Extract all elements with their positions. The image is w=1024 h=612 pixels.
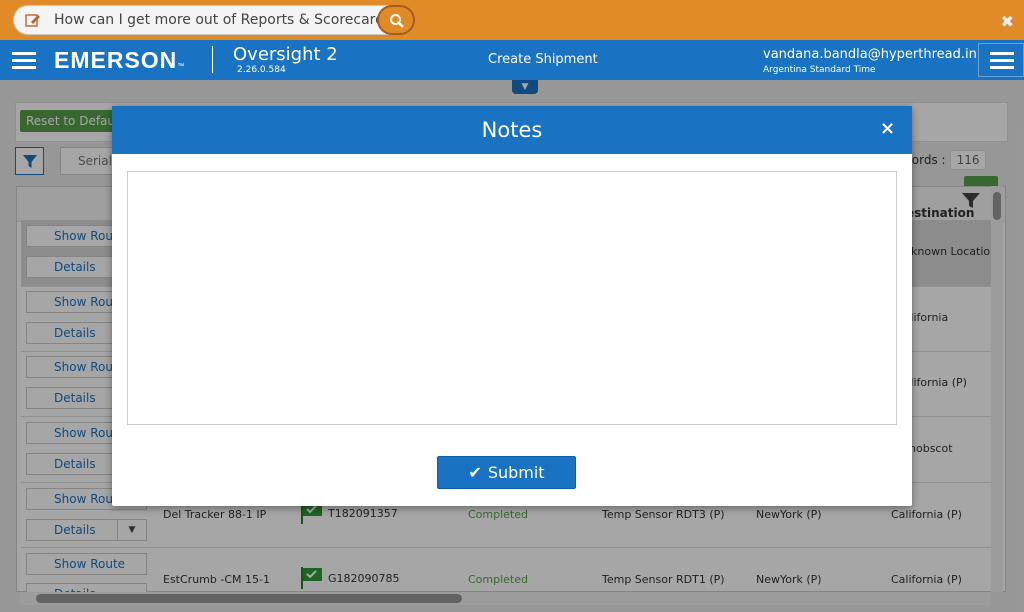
menu-button[interactable] [978,43,1024,77]
check-icon: ✔ [468,463,482,482]
user-timezone: Argentina Standard Time [763,65,876,75]
edit-icon [25,12,41,28]
submit-label: Submit [487,463,545,482]
close-icon[interactable]: ✖ [1001,12,1014,31]
app-version: 2.26.0.584 [237,65,286,75]
divider [212,46,213,73]
user-email[interactable]: vandana.bandla@hyperthread.in [763,47,977,62]
notes-textarea[interactable] [127,171,897,425]
help-bar: How can I get more out of Reports & Scor… [0,0,1024,40]
help-search-button[interactable] [377,5,415,35]
main-navbar: EMERSON™ Oversight 2 2.26.0.584 Create S… [0,40,1024,80]
dialog-header: Notes × [112,106,912,154]
notes-dialog: Notes × ✔ Submit [112,106,912,506]
page-title: Create Shipment [488,52,598,67]
help-question[interactable]: How can I get more out of Reports & Scor… [54,12,399,28]
menu-icon [990,52,1014,70]
close-icon[interactable]: × [880,118,895,139]
side-menu-icon[interactable] [12,52,36,70]
help-search-box[interactable]: How can I get more out of Reports & Scor… [13,5,415,35]
dialog-title: Notes [481,118,543,142]
app-name: Oversight 2 [233,44,338,65]
search-icon [390,14,404,28]
brand-logo: EMERSON™ [54,47,186,73]
submit-button[interactable]: ✔ Submit [437,456,576,489]
